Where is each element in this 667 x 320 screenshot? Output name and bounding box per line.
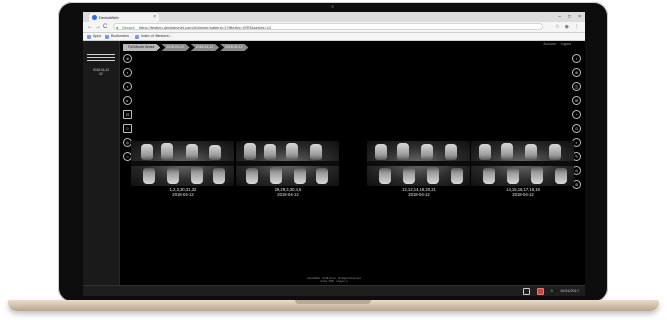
url-text: https://testing.dentiskynet.com/#/viewer… xyxy=(138,25,272,30)
folder-icon xyxy=(135,34,139,39)
bookmark-icon xyxy=(105,34,109,39)
app-logo xyxy=(87,54,115,62)
info-icon[interactable]: i xyxy=(572,54,581,63)
bookmark-label: Apps xyxy=(93,34,102,38)
brightness-icon[interactable]: ◑ xyxy=(123,82,132,91)
zoom-in-icon[interactable]: ⊕ xyxy=(123,54,132,63)
logout-link[interactable]: Logout xyxy=(561,41,571,47)
window-controls: – □ × xyxy=(558,12,581,22)
xray-image-2[interactable] xyxy=(236,141,339,186)
tab-title: DentalWeb xyxy=(99,15,119,20)
grid-icon[interactable]: ⊞ xyxy=(572,96,581,105)
xray-image-1[interactable] xyxy=(131,141,234,186)
breadcrumb: Full Mouth Series 2018-04-12 2018-04-12 … xyxy=(123,44,249,51)
xray-date: 2018-04-12 xyxy=(408,192,430,197)
account-links: Account Logout xyxy=(543,41,571,47)
xray-caption-4: 14,15,16,17,18,19 2018-04-12 xyxy=(473,187,573,197)
breadcrumb-item[interactable]: 2018-04-12 xyxy=(191,44,219,51)
bookmark-label: Index of /filestore/... xyxy=(141,34,173,38)
system-tray: 1 10/31/2017 xyxy=(522,286,579,296)
extension-icon[interactable]: ◉ xyxy=(565,23,569,31)
xray-image-4[interactable] xyxy=(471,141,574,186)
xray-image-3[interactable] xyxy=(367,141,470,186)
breadcrumb-item[interactable]: 2018-04-12 xyxy=(161,44,189,51)
contrast-icon[interactable]: ◐ xyxy=(123,68,132,77)
star-icon[interactable]: ☆ xyxy=(555,23,559,31)
apps-icon xyxy=(87,34,91,39)
browser-tabstrip: DentalWeb × – □ × xyxy=(83,12,585,22)
account-link[interactable]: Account xyxy=(543,41,555,47)
patient-icon[interactable]: ☺ xyxy=(123,124,132,133)
zoom-icon[interactable]: ⊕ xyxy=(572,68,581,77)
forward-button[interactable]: → xyxy=(95,23,101,31)
xray-caption-2: 28,29,3,30,4,5 2018-04-12 xyxy=(238,187,338,197)
close-window-button[interactable]: × xyxy=(578,12,581,22)
address-actions: ☆ ◉ ⋮ xyxy=(555,23,579,31)
bookmarks-bar: Apps Bookmarks Index of /filestore/... xyxy=(83,33,585,41)
back-button[interactable]: ← xyxy=(87,23,93,31)
compare-icon[interactable]: ◫ xyxy=(572,82,581,91)
laptop-notch xyxy=(295,300,371,304)
bookmark-bookmarks[interactable]: Bookmarks xyxy=(105,33,129,40)
bookmark-apps[interactable]: Apps xyxy=(87,33,101,40)
play-icon[interactable]: ▸ xyxy=(123,96,132,105)
menu-icon[interactable]: ⋮ xyxy=(574,23,579,31)
notification-icon[interactable] xyxy=(536,287,544,295)
viewer-app: 2018-04-12 02 Full Mouth Series 2018-04-… xyxy=(83,41,585,296)
xray-date: 2018-04-12 xyxy=(512,192,534,197)
browser-tab[interactable]: DentalWeb × xyxy=(89,13,159,22)
bookmark-index[interactable]: Index of /filestore/... xyxy=(135,33,172,40)
clock-date: 10/31/2017 xyxy=(559,289,579,293)
xray-date: 2018-04-12 xyxy=(277,192,299,197)
breadcrumb-item[interactable]: Full Mouth Series xyxy=(123,44,160,51)
camera-icon xyxy=(331,5,334,8)
footer-note: DentalWeb · 2018-04-12 · All Rights Rese… xyxy=(288,277,380,284)
layout-icon[interactable]: ⊟ xyxy=(123,110,132,119)
timer-icon[interactable]: ◔ xyxy=(572,110,581,119)
secure-label: Secure xyxy=(122,25,135,30)
chat-icon[interactable] xyxy=(522,287,530,295)
url-input[interactable]: ● Secure https://testing.dentiskynet.com… xyxy=(113,23,543,30)
favicon-icon xyxy=(92,15,97,20)
patient-panel: 2018-04-12 02 xyxy=(83,41,120,296)
bookmark-label: Bookmarks xyxy=(111,34,129,38)
measure-icon[interactable]: ⊙ xyxy=(572,124,581,133)
address-bar: ← → C ● Secure https://testing.dentiskyn… xyxy=(83,22,585,33)
breadcrumb-item[interactable]: 2018-04-12 xyxy=(220,44,248,51)
reload-button[interactable]: C xyxy=(103,23,107,31)
taskbar: 1 10/31/2017 xyxy=(83,285,585,296)
xray-date: 2018-04-12 xyxy=(172,192,194,197)
xray-caption-3: 12,13,14,19,20,21 2018-04-12 xyxy=(369,187,469,197)
tab-close-icon[interactable]: × xyxy=(153,13,156,22)
lock-icon: ● xyxy=(116,25,119,30)
xray-caption-1: 1,2,3,30,31,32 2018-04-12 xyxy=(133,187,233,197)
minimize-button[interactable]: – xyxy=(558,12,561,22)
footer-line: Study: XRR · Images: 4 xyxy=(320,280,348,284)
screen: DentalWeb × – □ × ← → C ● Secure https:/… xyxy=(83,12,585,296)
page-number: 1 xyxy=(550,289,553,293)
patient-id: 02 xyxy=(99,72,103,76)
patient-info: 2018-04-12 02 xyxy=(85,68,117,76)
maximize-button[interactable]: □ xyxy=(568,12,571,22)
